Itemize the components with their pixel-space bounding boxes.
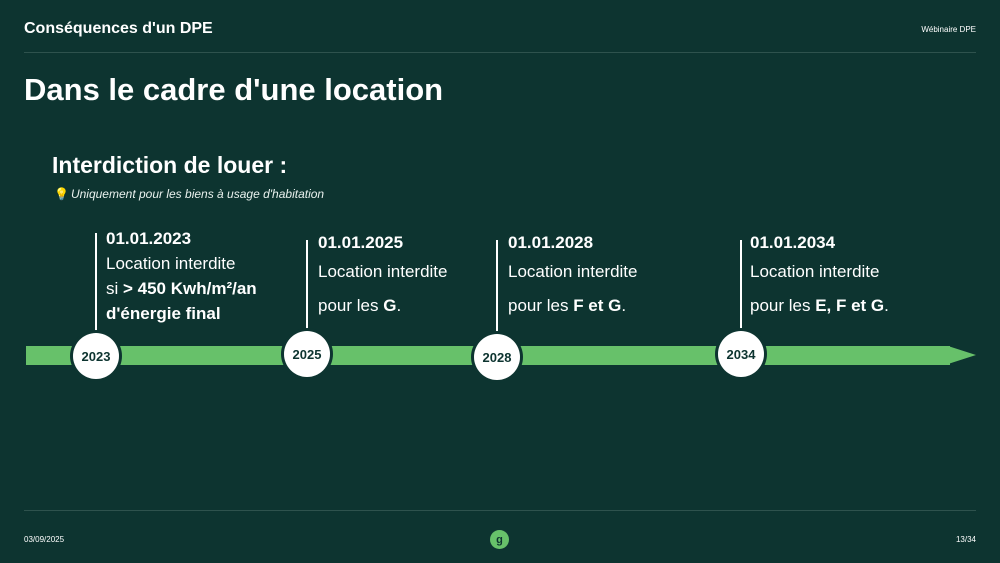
note-text: Uniquement pour les biens à usage d'habi… bbox=[70, 187, 325, 201]
milestone-line1: Location interdite bbox=[318, 262, 448, 281]
year-circle-2034: 2034 bbox=[718, 331, 764, 377]
milestone-stem-2023 bbox=[95, 233, 97, 333]
footer-date: 03/09/2025 bbox=[24, 535, 65, 544]
year-circle-2025: 2025 bbox=[284, 331, 330, 377]
milestone-text-2028: 01.01.2028 Location interdite pour les F… bbox=[508, 230, 637, 323]
milestone-line1: Location interdite bbox=[106, 254, 236, 273]
year-circle-2028: 2028 bbox=[474, 334, 520, 380]
top-divider bbox=[24, 52, 976, 53]
header-title: Conséquences d'un DPE bbox=[24, 20, 213, 37]
milestone-line2: pour les G. bbox=[318, 296, 402, 315]
header-webinar-label: Wébinaire DPE bbox=[921, 25, 976, 34]
logo: g bbox=[490, 530, 509, 549]
section-title: Interdiction de louer : bbox=[52, 152, 288, 178]
milestone-text-2025: 01.01.2025 Location interdite pour les G… bbox=[318, 230, 447, 323]
page-number: 13/34 bbox=[955, 535, 976, 544]
milestone-stem-2028 bbox=[496, 240, 498, 334]
milestone-line1: Location interdite bbox=[508, 262, 638, 281]
milestone-line2: pour les E, F et G. bbox=[750, 296, 889, 315]
milestone-date: 01.01.2023 bbox=[106, 229, 192, 248]
milestone-line2: pour les F et G. bbox=[508, 296, 627, 315]
page-title: Dans le cadre d'une location bbox=[24, 72, 444, 107]
milestone-text-2034: 01.01.2034 Location interdite pour les E… bbox=[750, 230, 889, 323]
milestone-line3: d'énergie final bbox=[106, 304, 221, 323]
milestone-text-2023: 01.01.2023 Location interdite si > 450 K… bbox=[106, 226, 257, 326]
milestone-date: 01.01.2028 bbox=[508, 233, 594, 252]
milestone-stem-2025 bbox=[306, 240, 308, 332]
bottom-divider bbox=[24, 510, 976, 511]
lightbulb-icon: 💡 bbox=[54, 187, 69, 201]
milestone-stem-2034 bbox=[740, 240, 742, 332]
milestone-date: 01.01.2034 bbox=[750, 233, 836, 252]
milestone-line2: si > 450 Kwh/m²/an bbox=[106, 279, 257, 298]
note: 💡 Uniquement pour les biens à usage d'ha… bbox=[54, 187, 324, 201]
milestone-date: 01.01.2025 bbox=[318, 233, 404, 252]
timeline-arrow-head bbox=[948, 346, 976, 364]
year-circle-2023: 2023 bbox=[73, 333, 119, 379]
milestone-line1: Location interdite bbox=[750, 262, 880, 281]
